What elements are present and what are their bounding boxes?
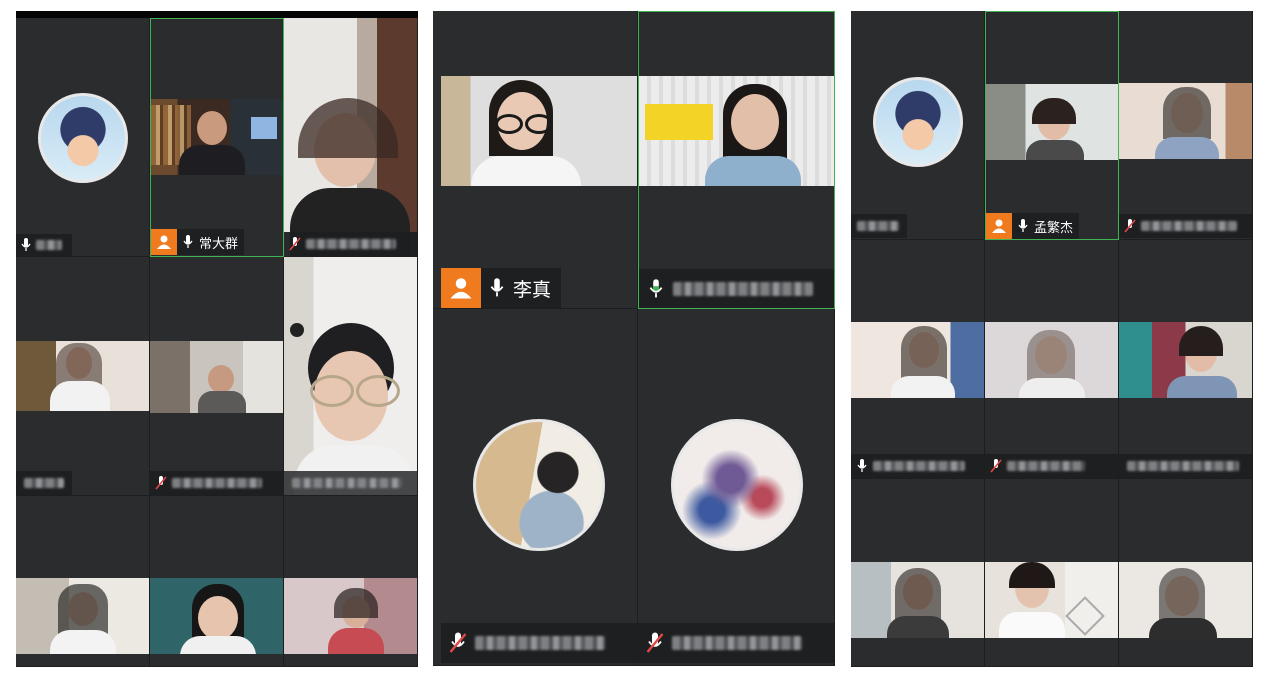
- participant-namebar: [638, 623, 834, 663]
- participant-namebar: [1119, 214, 1252, 238]
- host-badge-icon: [151, 229, 177, 255]
- participant-tile[interactable]: [638, 309, 835, 666]
- participant-tile[interactable]: [16, 496, 150, 667]
- participant-tile[interactable]: [1119, 240, 1253, 479]
- blurred-name: [475, 636, 605, 650]
- blurred-name: [292, 478, 402, 488]
- mic-muted-icon[interactable]: [441, 623, 475, 663]
- participant-namebar: [441, 623, 637, 663]
- mic-muted-icon[interactable]: [284, 232, 306, 256]
- blurred-name: [306, 239, 396, 249]
- blurred-name: [1141, 221, 1237, 231]
- status-bar: [16, 11, 418, 18]
- blurred-name: [172, 478, 262, 488]
- mic-icon[interactable]: [16, 234, 36, 256]
- participant-namebar: [150, 471, 283, 495]
- participant-tile[interactable]: [150, 257, 284, 496]
- participant-namebar: [851, 454, 984, 478]
- participant-tile-active[interactable]: 常大群: [150, 18, 284, 257]
- video-feed: [851, 562, 984, 638]
- participant-tile[interactable]: [433, 309, 638, 666]
- participant-namebar: 李真: [441, 268, 562, 308]
- video-feed: [985, 562, 1118, 638]
- video-feed: [1119, 83, 1252, 159]
- meeting-panel-2: 李真: [433, 11, 835, 666]
- participant-tile[interactable]: [851, 11, 985, 240]
- mic-icon[interactable]: [177, 229, 199, 255]
- participant-tile[interactable]: [284, 257, 418, 496]
- mic-muted-icon[interactable]: [638, 623, 672, 663]
- participant-namebar: [16, 234, 72, 256]
- video-feed: [150, 341, 283, 413]
- participant-namebar: [639, 269, 834, 308]
- video-feed: [151, 99, 283, 175]
- mic-muted-icon[interactable]: [985, 454, 1007, 478]
- mic-muted-icon[interactable]: [150, 471, 172, 495]
- host-badge-icon: [986, 213, 1012, 239]
- participant-tile[interactable]: [284, 496, 418, 667]
- participant-namebar: [985, 454, 1118, 478]
- participant-namebar: 常大群: [151, 229, 245, 255]
- video-feed: [284, 257, 417, 495]
- participant-tile[interactable]: [284, 18, 418, 257]
- video-feed: [986, 84, 1118, 160]
- participant-tile[interactable]: [150, 496, 284, 667]
- blurred-name: [873, 461, 965, 471]
- video-feed: [639, 76, 834, 186]
- mic-active-icon[interactable]: [639, 269, 673, 308]
- blurred-name: [672, 636, 802, 650]
- video-feed: [851, 322, 984, 398]
- participant-tile[interactable]: [16, 18, 150, 257]
- participant-tile[interactable]: 李真: [433, 11, 638, 309]
- video-feed: [16, 578, 149, 654]
- blurred-name: [1127, 461, 1239, 471]
- video-feed: [284, 578, 417, 654]
- participant-tile-active[interactable]: [638, 11, 835, 309]
- participant-namebar: 孟繁杰: [986, 213, 1080, 239]
- participant-tile[interactable]: [985, 240, 1119, 479]
- participant-tile[interactable]: [851, 479, 985, 667]
- book-photo-avatar: [473, 419, 605, 551]
- participant-namebar: [851, 214, 907, 238]
- participant-tile[interactable]: [851, 240, 985, 479]
- participant-namebar: [284, 471, 417, 495]
- video-feed: [1119, 562, 1252, 638]
- video-feed: [985, 322, 1118, 398]
- participant-namebar: [16, 471, 72, 495]
- meeting-panel-3: 孟繁杰: [851, 11, 1253, 667]
- participant-tile[interactable]: [1119, 11, 1253, 240]
- video-feed: [16, 341, 149, 411]
- participant-tile[interactable]: [1119, 479, 1253, 667]
- mic-icon[interactable]: [481, 268, 513, 308]
- participant-tile[interactable]: [16, 257, 150, 496]
- participant-tile[interactable]: [985, 479, 1119, 667]
- art-avatar: [671, 419, 803, 551]
- meeting-panel-1: 常大群: [16, 11, 418, 667]
- video-feed: [441, 76, 637, 186]
- participant-name: 李真: [513, 278, 552, 301]
- mic-icon[interactable]: [1012, 213, 1034, 239]
- participant-tile-active[interactable]: 孟繁杰: [985, 11, 1119, 240]
- blurred-name: [857, 221, 899, 231]
- mic-muted-icon[interactable]: [1119, 214, 1141, 238]
- host-badge-icon: [441, 268, 481, 308]
- cartoon-avatar: [38, 93, 128, 183]
- cartoon-avatar: [873, 77, 963, 167]
- video-feed: [284, 18, 417, 256]
- participant-namebar: [1119, 454, 1252, 478]
- participant-name: 常大群: [199, 236, 239, 252]
- participant-namebar: [284, 232, 417, 256]
- blurred-name: [36, 240, 62, 250]
- blurred-name: [1007, 461, 1085, 471]
- blurred-name: [673, 282, 813, 296]
- participant-name: 孟繁杰: [1034, 220, 1074, 236]
- video-feed: [150, 578, 283, 654]
- mic-icon[interactable]: [851, 454, 873, 478]
- blurred-name: [24, 478, 64, 488]
- video-feed: [1119, 322, 1252, 398]
